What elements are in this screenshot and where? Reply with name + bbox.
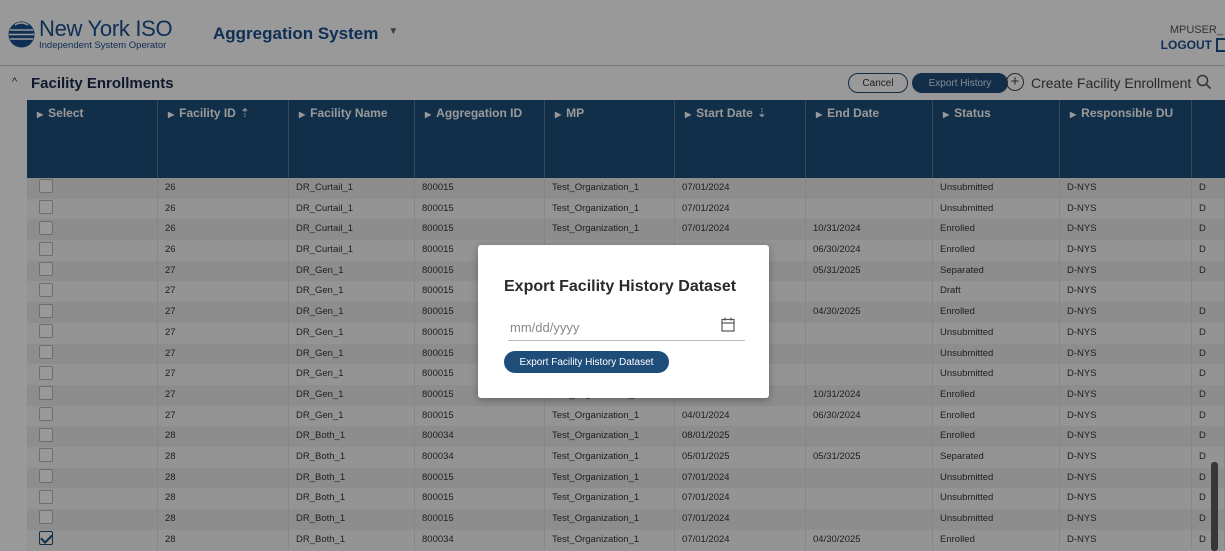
date-input[interactable] bbox=[508, 315, 745, 341]
export-dialog: Export Facility History Dataset Export F… bbox=[478, 245, 769, 398]
export-dataset-button[interactable]: Export Facility History Dataset bbox=[504, 351, 669, 373]
calendar-icon[interactable] bbox=[721, 317, 735, 332]
dialog-title: Export Facility History Dataset bbox=[504, 278, 737, 295]
